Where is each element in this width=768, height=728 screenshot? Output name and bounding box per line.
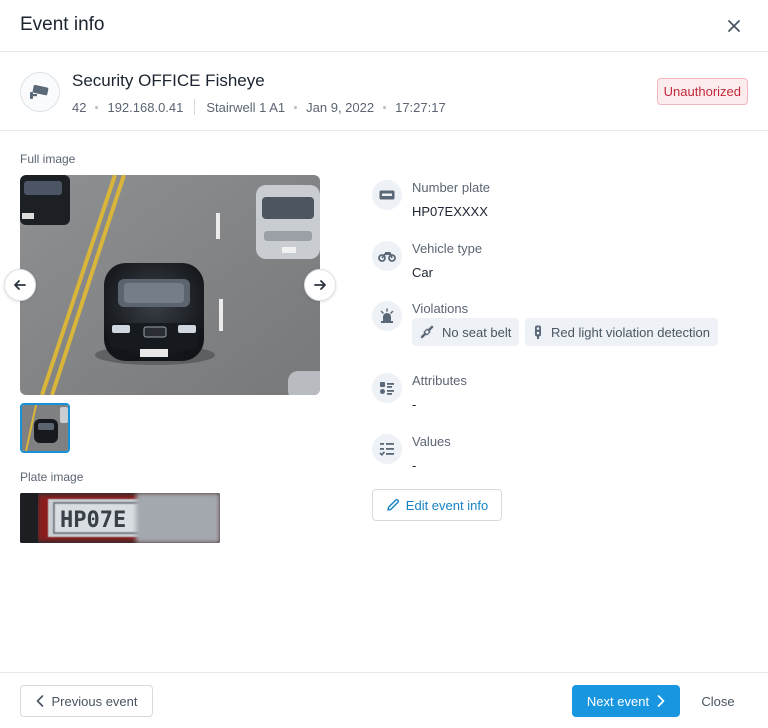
vehicle-type-value: Car	[412, 265, 433, 280]
chevron-left-icon	[36, 695, 43, 707]
siren-icon	[372, 301, 402, 331]
motorbike-icon	[372, 241, 402, 271]
arrow-left-icon[interactable]	[4, 269, 36, 301]
full-image-label: Full image	[20, 152, 76, 166]
vehicle-type-label: Vehicle type	[412, 241, 483, 256]
close-button[interactable]: Close	[688, 685, 748, 717]
pencil-icon	[387, 498, 399, 511]
next-event-label: Next event	[586, 693, 650, 709]
number-plate-value: HP07EXXXX	[412, 204, 488, 219]
camera-name: Security OFFICE Fisheye	[72, 71, 265, 90]
camera-ip: 192.168.0.41	[107, 99, 184, 115]
edit-event-button[interactable]: Edit event info	[372, 489, 502, 521]
image-thumbnail[interactable]	[20, 403, 70, 453]
previous-event-label: Previous event	[51, 693, 138, 709]
chevron-right-icon	[657, 695, 665, 707]
camera-summary: Security OFFICE Fisheye 42 192.168.0.41 …	[0, 52, 768, 131]
attributes-value: -	[412, 397, 417, 412]
next-event-button[interactable]: Next event	[572, 685, 680, 717]
meta-separator	[383, 105, 387, 109]
traffic-light-icon	[535, 325, 541, 339]
license-plate-icon	[372, 180, 402, 210]
status-badge: Unauthorized	[656, 78, 748, 105]
edit-event-label: Edit event info	[405, 497, 489, 513]
violation-seat-belt-label: No seat belt	[442, 324, 512, 340]
event-date: Jan 9, 2022	[306, 99, 375, 115]
violation-chip-red-light: Red light violation detection	[525, 318, 718, 346]
dialog-header: Event info	[0, 0, 768, 52]
meta-separator	[95, 105, 99, 109]
dialog-title: Event info	[20, 14, 105, 35]
camera-location: Stairwell 1 A1	[206, 99, 286, 115]
plate-text: HP07E	[60, 508, 126, 533]
violations-label: Violations	[412, 301, 469, 316]
values-value: -	[412, 458, 417, 473]
checklist-icon	[372, 434, 402, 464]
attributes-label: Attributes	[412, 373, 467, 388]
seat-belt-icon	[420, 325, 434, 339]
violation-chip-seat-belt: No seat belt	[412, 318, 520, 346]
dialog-footer: Previous event Next event Close	[0, 672, 768, 728]
values-label: Values	[412, 434, 451, 449]
camera-id: 42	[72, 99, 87, 115]
violation-red-light-label: Red light violation detection	[551, 324, 710, 340]
number-plate-label: Number plate	[412, 180, 491, 195]
attributes-list-icon	[372, 373, 402, 403]
meta-separator	[294, 105, 298, 109]
plate-image: HP07E	[20, 493, 220, 543]
event-time: 17:27:17	[395, 99, 446, 115]
arrow-right-icon[interactable]	[304, 269, 336, 301]
violations-info: Violations No seat belt Red light violat…	[372, 301, 752, 351]
close-icon[interactable]	[722, 14, 746, 38]
meta-divider	[194, 99, 196, 115]
security-camera-icon	[20, 72, 60, 112]
full-image	[20, 175, 320, 395]
camera-meta: 42 192.168.0.41 Stairwell 1 A1 Jan 9, 20…	[72, 99, 446, 115]
previous-event-button[interactable]: Previous event	[20, 685, 153, 717]
plate-image-label: Plate image	[20, 470, 84, 484]
